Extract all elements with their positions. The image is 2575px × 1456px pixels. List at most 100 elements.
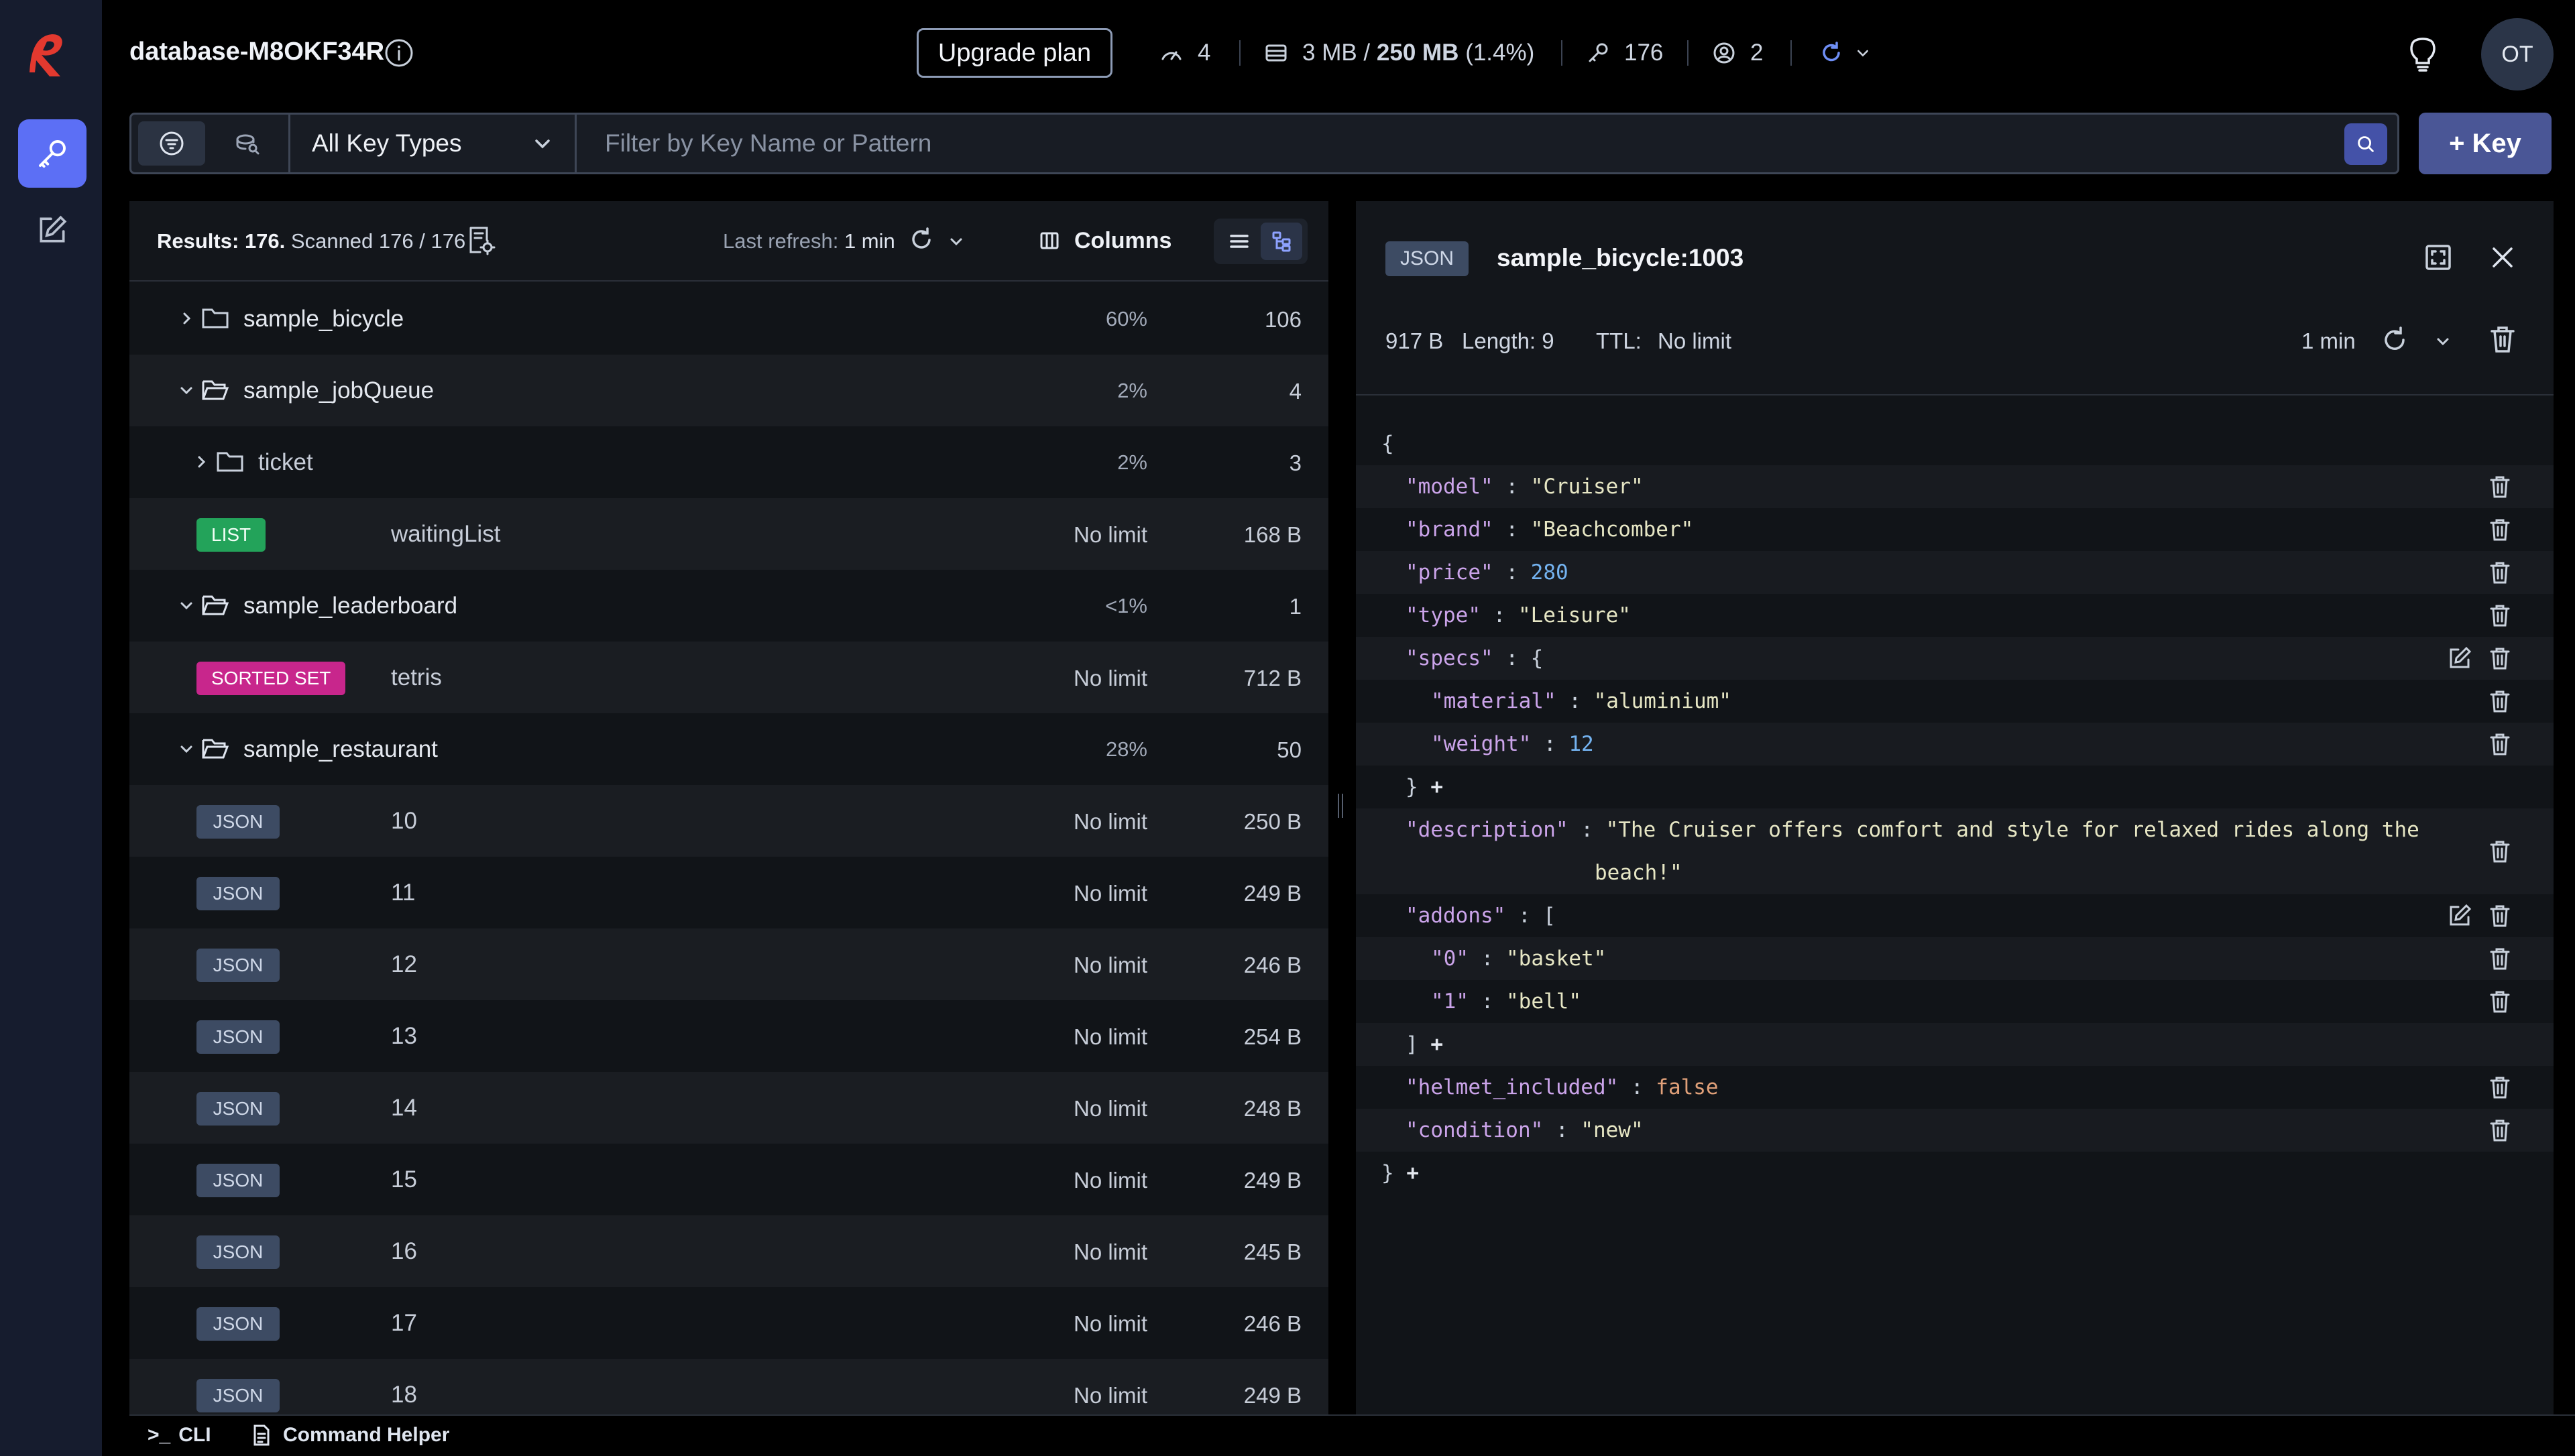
chevron-down-icon[interactable]: [530, 131, 555, 157]
json-value-price[interactable]: 280: [1531, 560, 1568, 585]
add-key-button[interactable]: + Key: [2419, 113, 2552, 174]
scan-settings-icon[interactable]: [464, 224, 496, 256]
json-line[interactable]: "0" : "basket": [1356, 937, 2554, 980]
key-name-title[interactable]: sample_bicycle:1003: [1497, 244, 1743, 272]
key-row[interactable]: JSON 18 No limit 249 B: [129, 1359, 1328, 1414]
delete-icon[interactable]: [2486, 473, 2513, 500]
json-line[interactable]: "model" : "Cruiser": [1356, 465, 2554, 508]
json-line[interactable]: "addons" : [: [1356, 894, 2554, 937]
delete-icon[interactable]: [2486, 945, 2513, 972]
chevron-down-icon[interactable]: [176, 380, 196, 400]
chevron-right-icon[interactable]: [191, 452, 211, 472]
tree-folder-row[interactable]: sample_leaderboard <1% 1: [129, 570, 1328, 642]
chevron-down-icon[interactable]: [176, 595, 196, 615]
key-row[interactable]: JSON 11 No limit 249 B: [129, 857, 1328, 928]
filter-mode-button[interactable]: [138, 121, 205, 166]
edit-icon[interactable]: [2446, 645, 2473, 672]
delete-icon[interactable]: [2486, 516, 2513, 543]
cli-button[interactable]: >_ CLI: [148, 1420, 211, 1451]
json-line[interactable]: "1" : "bell": [1356, 980, 2554, 1023]
info-icon[interactable]: [384, 38, 414, 68]
columns-button[interactable]: Columns: [1038, 225, 1171, 256]
list-view-button[interactable]: [1219, 223, 1259, 260]
delete-icon[interactable]: [2486, 988, 2513, 1015]
edit-icon[interactable]: [2446, 902, 2473, 929]
json-value-type[interactable]: "Leisure": [1518, 603, 1631, 627]
json-line[interactable]: "price" : 280: [1356, 551, 2554, 594]
add-field-icon[interactable]: +: [1430, 775, 1443, 799]
chevron-down-icon[interactable]: [2434, 332, 2452, 350]
folder-percent: 60%: [1105, 307, 1147, 330]
json-line[interactable]: "description" : "The Cruiser offers comf…: [1356, 808, 2554, 894]
json-value-description[interactable]: "The Cruiser offers comfort and style fo…: [1606, 818, 2419, 842]
chevron-right-icon[interactable]: [176, 308, 196, 328]
key-row[interactable]: JSON 15 No limit 249 B: [129, 1144, 1328, 1215]
tree-folder-row[interactable]: sample_bicycle 60% 106: [129, 283, 1328, 355]
key-row[interactable]: JSON 16 No limit 245 B: [129, 1215, 1328, 1287]
tree-view-button[interactable]: [1261, 223, 1302, 260]
tree-folder-row[interactable]: sample_restaurant 28% 50: [129, 713, 1328, 785]
json-line[interactable]: "condition" : "new": [1356, 1109, 2554, 1152]
key-row[interactable]: JSON 12 No limit 246 B: [129, 928, 1328, 1000]
json-value-material[interactable]: "aluminium": [1594, 689, 1731, 713]
key-filter-input[interactable]: [590, 115, 2334, 172]
chevron-down-icon[interactable]: [1853, 44, 1872, 62]
delete-icon[interactable]: [2486, 602, 2513, 629]
search-button[interactable]: [2344, 123, 2387, 165]
tree-folder-row[interactable]: sample_jobQueue 2% 4: [129, 355, 1328, 426]
json-line[interactable]: "brand" : "Beachcomber": [1356, 508, 2554, 551]
key-row[interactable]: SORTED SET tetris No limit 712 B: [129, 642, 1328, 713]
panel-resize-handle[interactable]: [1338, 794, 1346, 818]
auto-refresh-control[interactable]: [1819, 38, 1872, 68]
user-avatar[interactable]: OT: [2481, 18, 2554, 90]
lightbulb-icon[interactable]: [2406, 34, 2440, 72]
delete-icon[interactable]: [2486, 1117, 2513, 1144]
vector-search-mode-button[interactable]: [213, 121, 280, 166]
json-line[interactable]: "weight" : 12: [1356, 723, 2554, 766]
delete-icon[interactable]: [2486, 645, 2513, 672]
refresh-icon[interactable]: [1819, 40, 1844, 66]
key-row[interactable]: JSON 13 No limit 254 B: [129, 1000, 1328, 1072]
delete-icon[interactable]: [2486, 1074, 2513, 1101]
delete-icon[interactable]: [2486, 559, 2513, 586]
json-value-model[interactable]: "Cruiser": [1531, 475, 1644, 499]
refresh-icon[interactable]: [2379, 324, 2410, 355]
json-value-weight[interactable]: 12: [1568, 732, 1593, 756]
key-row[interactable]: JSON 17 No limit 246 B: [129, 1287, 1328, 1359]
key-row[interactable]: LIST waitingList No limit 168 B: [129, 498, 1328, 570]
close-icon[interactable]: [2486, 241, 2519, 274]
delete-icon[interactable]: [2486, 838, 2513, 865]
add-field-icon[interactable]: +: [1406, 1161, 1419, 1185]
json-value-description-continued[interactable]: beach!": [1595, 861, 1682, 885]
delete-icon[interactable]: [2486, 902, 2513, 929]
ttl-value[interactable]: No limit: [1658, 328, 1731, 354]
chevron-down-icon[interactable]: [176, 739, 196, 759]
upgrade-plan-button[interactable]: Upgrade plan: [917, 28, 1112, 78]
json-line[interactable]: "helmet_included" : false: [1356, 1066, 2554, 1109]
fullscreen-icon[interactable]: [2422, 241, 2454, 274]
json-value-condition[interactable]: "new": [1581, 1118, 1643, 1142]
delete-icon[interactable]: [2486, 688, 2513, 715]
refresh-icon[interactable]: [907, 225, 936, 255]
json-value-helmet-included[interactable]: false: [1656, 1075, 1718, 1099]
command-helper-button[interactable]: Command Helper: [249, 1420, 449, 1451]
json-line[interactable]: } +: [1356, 1152, 2554, 1195]
delete-key-icon[interactable]: [2486, 323, 2519, 355]
delete-icon[interactable]: [2486, 731, 2513, 757]
json-line[interactable]: "type" : "Leisure": [1356, 594, 2554, 637]
json-line[interactable]: } +: [1356, 766, 2554, 808]
json-value-addon-0[interactable]: "basket": [1506, 947, 1606, 971]
json-value-brand[interactable]: "Beachcomber": [1531, 518, 1694, 542]
redis-logo-icon[interactable]: [20, 25, 80, 86]
add-item-icon[interactable]: +: [1430, 1032, 1443, 1056]
workbench-nav-button[interactable]: [18, 196, 87, 264]
tree-folder-row[interactable]: ticket 2% 3: [129, 426, 1328, 498]
key-row[interactable]: JSON 10 No limit 250 B: [129, 785, 1328, 857]
json-line[interactable]: "specs" : {: [1356, 637, 2554, 680]
browser-nav-button[interactable]: [18, 119, 87, 188]
json-line[interactable]: "material" : "aluminium": [1356, 680, 2554, 723]
json-line[interactable]: ] +: [1356, 1023, 2554, 1066]
chevron-down-icon[interactable]: [947, 232, 966, 251]
json-value-addon-1[interactable]: "bell": [1506, 989, 1581, 1014]
key-row[interactable]: JSON 14 No limit 248 B: [129, 1072, 1328, 1144]
